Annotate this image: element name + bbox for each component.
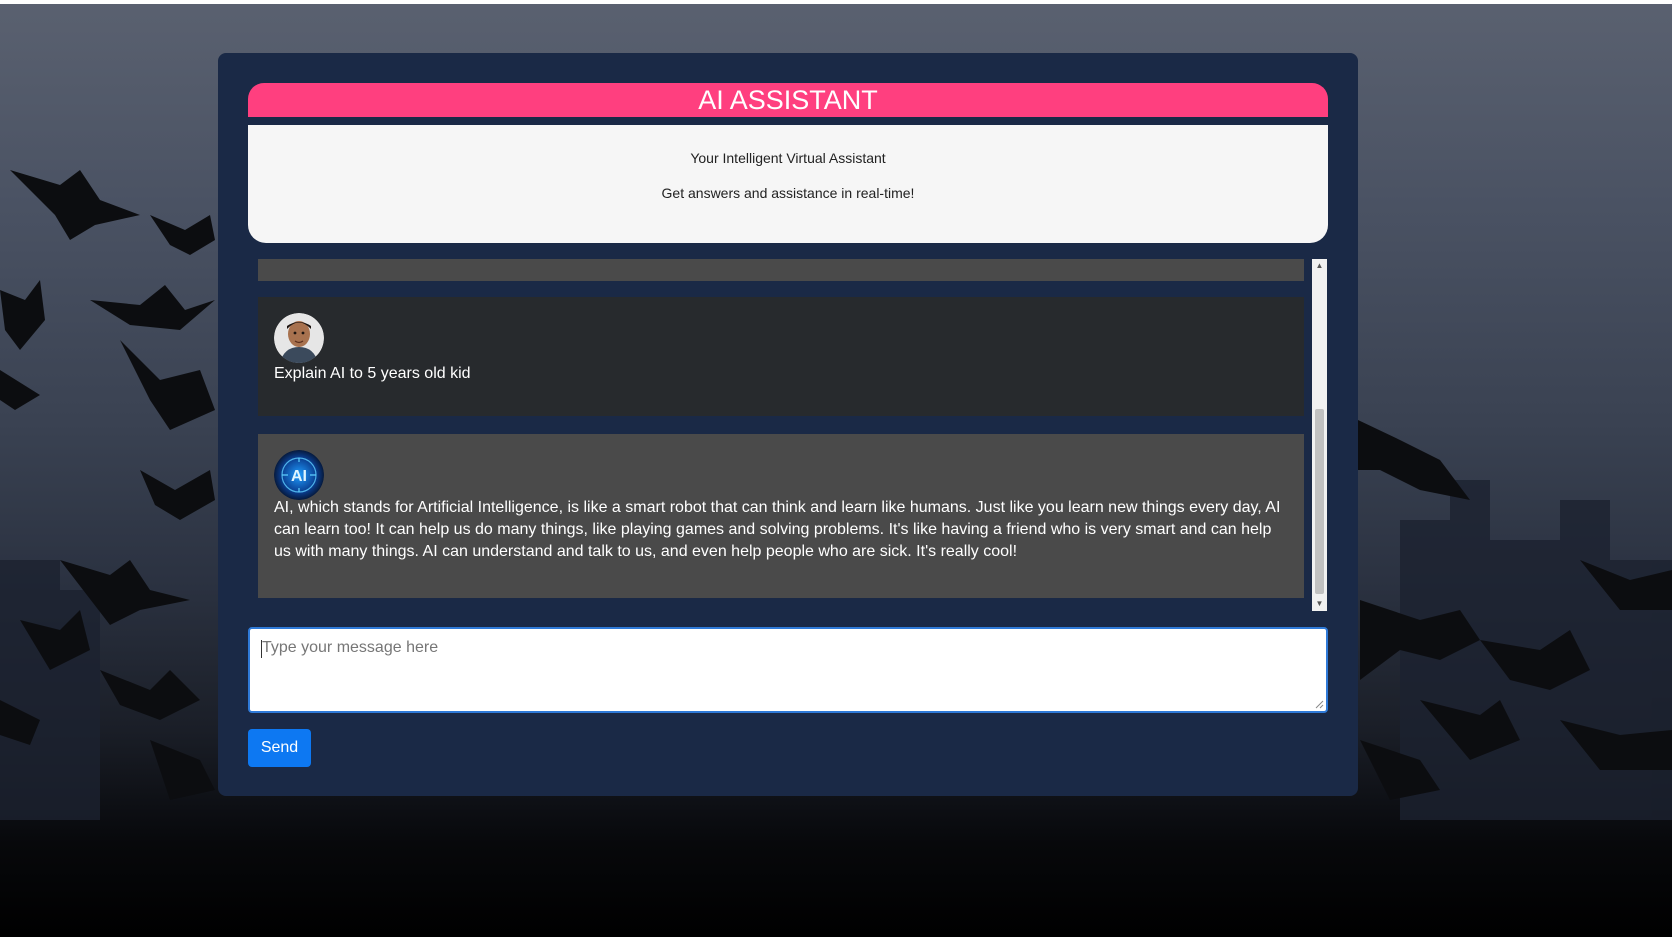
assistant-card: AI ASSISTANT Your Intelligent Virtual As… [218, 53, 1358, 796]
chat-log[interactable]: Explain AI to 5 years old kid AI AI, whi… [248, 259, 1328, 611]
intro-panel: Your Intelligent Virtual Assistant Get a… [248, 125, 1328, 243]
chat-message-user: Explain AI to 5 years old kid [258, 297, 1304, 416]
message-input[interactable]: Type your message here [248, 627, 1328, 713]
scroll-up-arrow-icon[interactable]: ▲ [1312, 259, 1327, 273]
ai-avatar: AI [274, 450, 324, 500]
app-tagline: Get answers and assistance in real-time! [661, 185, 915, 201]
app-subtitle: Your Intelligent Virtual Assistant [690, 150, 886, 166]
resize-grip-icon[interactable] [1314, 699, 1324, 709]
message-text: Explain AI to 5 years old kid [274, 365, 471, 382]
send-button[interactable]: Send [248, 729, 311, 767]
message-input-placeholder: Type your message here [262, 639, 439, 656]
user-avatar [274, 313, 324, 363]
chat-scrollbar[interactable]: ▲ ▼ [1312, 259, 1327, 611]
scroll-down-arrow-icon[interactable]: ▼ [1312, 597, 1327, 611]
ai-avatar-label: AI [291, 468, 307, 485]
previous-message-partial [258, 259, 1304, 281]
message-text: AI, which stands for Artificial Intellig… [274, 499, 1281, 560]
app-title: AI ASSISTANT [248, 83, 1328, 117]
chat-message-assistant: AI AI, which stands for Artificial Intel… [258, 434, 1304, 598]
browser-top-edge [0, 0, 1672, 4]
scrollbar-thumb[interactable] [1315, 409, 1324, 594]
